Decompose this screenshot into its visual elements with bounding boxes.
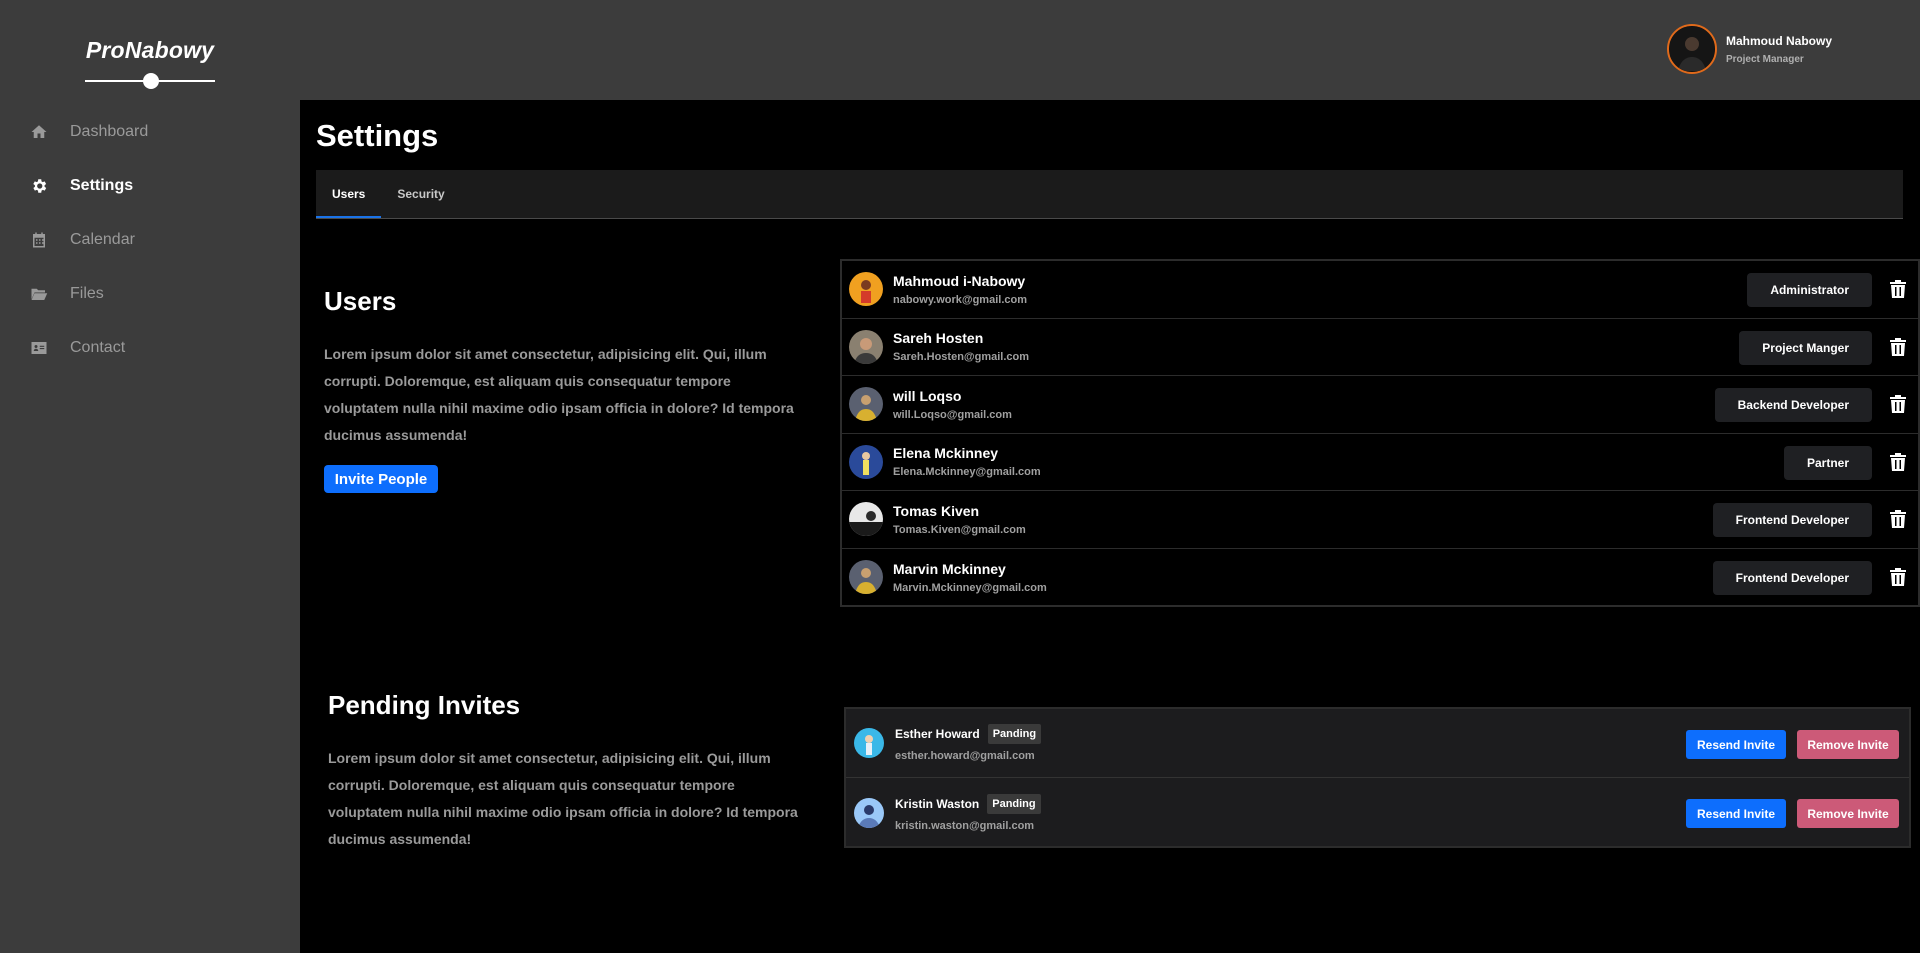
- user-email: Marvin.Mckinney@gmail.com: [893, 581, 1047, 594]
- status-badge: Panding: [987, 724, 1042, 744]
- sidebar-item-label: Calendar: [70, 231, 135, 248]
- sidebar-item-label: Files: [70, 285, 104, 302]
- role-button[interactable]: Partner: [1783, 445, 1872, 480]
- users-list: Mahmoud i-Nabowy nabowy.work@gmail.com A…: [840, 259, 1920, 607]
- avatar: [849, 444, 883, 479]
- avatar: [849, 329, 883, 364]
- sidebar-item-dashboard[interactable]: Dashboard: [0, 105, 300, 159]
- resend-invite-button[interactable]: Resend Invite: [1686, 799, 1786, 828]
- user-name: Mahmoud i-Nabowy: [893, 272, 1026, 289]
- user-email: Elena.Mckinney@gmail.com: [893, 466, 1041, 479]
- sidebar-item-calendar[interactable]: Calendar: [0, 213, 300, 267]
- user-name: Elena Mckinney: [893, 445, 999, 462]
- role-button[interactable]: Frontend Developer: [1712, 560, 1872, 595]
- list-item: Sareh Hosten Sareh.Hosten@gmail.com Proj…: [842, 319, 1918, 376]
- list-item: Tomas Kiven Tomas.Kiven@gmail.com Fronte…: [842, 491, 1918, 549]
- role-button[interactable]: Project Manger: [1739, 330, 1872, 365]
- invitee-name: Kristin Waston: [895, 796, 980, 811]
- role-button[interactable]: Frontend Developer: [1712, 503, 1872, 537]
- user-email: nabowy.work@gmail.com: [893, 293, 1027, 306]
- tab-security[interactable]: Security: [381, 170, 460, 218]
- list-item: will Loqso will.Loqso@gmail.com Backend …: [842, 376, 1918, 434]
- pending-invites-list: Esther Howard Panding esther.howard@gmai…: [844, 707, 1911, 848]
- invitee-name: Esther Howard: [895, 727, 980, 741]
- logo-dot: [143, 73, 159, 89]
- logo[interactable]: ProNabowy: [85, 37, 215, 89]
- pending-section-title: Pending Invites: [328, 690, 521, 720]
- role-button[interactable]: Backend Developer: [1714, 388, 1872, 422]
- user-name: will Loqso: [893, 387, 962, 404]
- sidebar-item-label: Settings: [70, 177, 134, 194]
- user-name: Sareh Hosten: [893, 330, 984, 347]
- avatar: [849, 560, 883, 595]
- avatar: [849, 502, 883, 537]
- list-item: Kristin Waston Panding kristin.waston@gm…: [846, 778, 1909, 847]
- sidebar-nav: Dashboard Settings Calendar Files Contac…: [0, 105, 300, 375]
- sidebar: ProNabowy Dashboard Settings Calendar Fi…: [0, 0, 300, 953]
- profile-name: Mahmoud Nabowy: [1725, 33, 1832, 48]
- main-content: Settings Users Security Users Lorem ipsu…: [300, 100, 1920, 953]
- status-badge: Panding: [987, 793, 1041, 814]
- trash-icon[interactable]: [1890, 280, 1906, 298]
- avatar: [849, 272, 883, 307]
- user-email: Sareh.Hosten@gmail.com: [893, 351, 1030, 364]
- trash-icon[interactable]: [1890, 452, 1906, 471]
- role-button[interactable]: Administrator: [1747, 273, 1872, 307]
- remove-invite-button[interactable]: Remove Invite: [1797, 799, 1899, 828]
- logo-underline: [85, 73, 215, 89]
- profile-menu[interactable]: Mahmoud Nabowy Project Manager: [1666, 24, 1832, 74]
- logo-text: ProNabowy: [85, 37, 215, 63]
- avatar: [1666, 24, 1717, 74]
- sidebar-item-label: Dashboard: [70, 123, 149, 140]
- trash-icon[interactable]: [1890, 395, 1906, 413]
- user-email: will.Loqso@gmail.com: [893, 408, 1012, 421]
- user-name: Marvin Mckinney: [893, 560, 1006, 577]
- list-item: Mahmoud i-Nabowy nabowy.work@gmail.com A…: [842, 261, 1918, 319]
- tab-bar: Users Security: [316, 170, 1903, 219]
- users-section-description: Lorem ipsum dolor sit amet consectetur, …: [324, 346, 794, 443]
- list-item: Marvin Mckinney Marvin.Mckinney@gmail.co…: [842, 549, 1918, 607]
- invite-people-button[interactable]: Invite People: [324, 465, 438, 493]
- contact-card-icon: [29, 338, 49, 358]
- trash-icon[interactable]: [1890, 510, 1906, 528]
- page-title: Settings: [316, 118, 439, 153]
- sidebar-item-files[interactable]: Files: [0, 267, 300, 321]
- invitee-email: kristin.waston@gmail.com: [895, 819, 1035, 832]
- avatar: [849, 387, 883, 422]
- home-icon: [29, 122, 49, 142]
- invitee-email: esther.howard@gmail.com: [895, 750, 1035, 762]
- gear-icon: [29, 176, 49, 196]
- trash-icon[interactable]: [1890, 567, 1906, 586]
- top-bar: Mahmoud Nabowy Project Manager: [300, 0, 1920, 100]
- list-item: Elena Mckinney Elena.Mckinney@gmail.com …: [842, 434, 1918, 491]
- sidebar-item-settings[interactable]: Settings: [0, 159, 300, 213]
- user-email: Tomas.Kiven@gmail.com: [893, 523, 1026, 536]
- calendar-icon: [29, 230, 49, 250]
- folder-icon: [29, 284, 49, 304]
- sidebar-item-label: Contact: [70, 339, 126, 356]
- sidebar-item-contact[interactable]: Contact: [0, 321, 300, 375]
- profile-role: Project Manager: [1725, 53, 1804, 65]
- avatar: [854, 797, 884, 828]
- trash-icon[interactable]: [1890, 337, 1906, 356]
- avatar: [854, 728, 884, 758]
- resend-invite-button[interactable]: Resend Invite: [1686, 730, 1786, 759]
- list-item: Esther Howard Panding esther.howard@gmai…: [846, 709, 1909, 778]
- tab-users[interactable]: Users: [316, 170, 382, 218]
- remove-invite-button[interactable]: Remove Invite: [1797, 730, 1899, 759]
- pending-section-description: Lorem ipsum dolor sit amet consectetur, …: [328, 750, 798, 847]
- users-section-title: Users: [324, 286, 397, 316]
- user-name: Tomas Kiven: [893, 502, 980, 519]
